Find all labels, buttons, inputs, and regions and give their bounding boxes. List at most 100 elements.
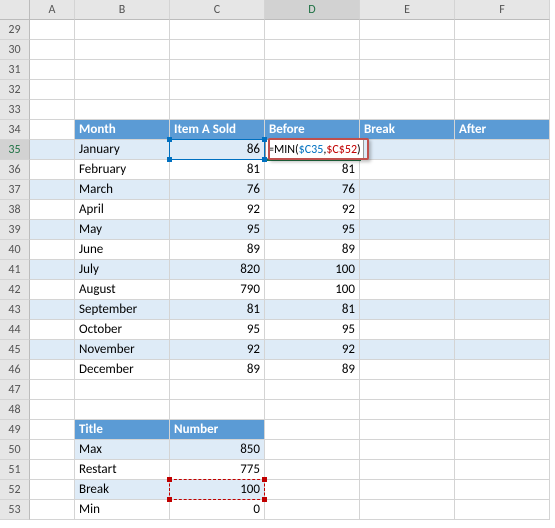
cell-C48[interactable] (170, 400, 265, 420)
cell-E36[interactable] (360, 160, 455, 180)
cell-E37[interactable] (360, 180, 455, 200)
cell-B45[interactable]: November (75, 340, 170, 360)
cell-D41[interactable]: 100 (265, 260, 360, 280)
cell-A49[interactable] (30, 420, 75, 440)
row-head-50[interactable]: 50 (0, 440, 30, 460)
row-head-42[interactable]: 42 (0, 280, 30, 300)
cell-D52[interactable] (265, 480, 360, 500)
row-head-36[interactable]: 36 (0, 160, 30, 180)
cell-E33[interactable] (360, 100, 455, 120)
row-head-29[interactable]: 29 (0, 20, 30, 40)
row-head-45[interactable]: 45 (0, 340, 30, 360)
cell-E46[interactable] (360, 360, 455, 380)
cell-A34[interactable] (30, 120, 75, 140)
cell-C43[interactable]: 81 (170, 300, 265, 320)
cell-F43[interactable] (455, 300, 550, 320)
cell-B33[interactable] (75, 100, 170, 120)
cell-D32[interactable] (265, 80, 360, 100)
row-head-40[interactable]: 40 (0, 240, 30, 260)
cell-D40[interactable]: 89 (265, 240, 360, 260)
row-head-30[interactable]: 30 (0, 40, 30, 60)
row-head-47[interactable]: 47 (0, 380, 30, 400)
cell-E43[interactable] (360, 300, 455, 320)
cell-F38[interactable] (455, 200, 550, 220)
cell-F29[interactable] (455, 20, 550, 40)
row-head-38[interactable]: 38 (0, 200, 30, 220)
cell-A51[interactable] (30, 460, 75, 480)
row-head-35[interactable]: 35 (0, 140, 30, 160)
cell-F37[interactable] (455, 180, 550, 200)
cell-A35[interactable] (30, 140, 75, 160)
col-head-A[interactable]: A (30, 0, 75, 20)
cell-F32[interactable] (455, 80, 550, 100)
cell-A46[interactable] (30, 360, 75, 380)
cell-F30[interactable] (455, 40, 550, 60)
cell-B42[interactable]: August (75, 280, 170, 300)
col-head-E[interactable]: E (360, 0, 455, 20)
cell-E35[interactable] (360, 140, 455, 160)
cell-E44[interactable] (360, 320, 455, 340)
cell-D42[interactable]: 100 (265, 280, 360, 300)
cell-C53[interactable]: 0 (170, 500, 265, 520)
col-head-F[interactable]: F (455, 0, 550, 20)
cell-F46[interactable] (455, 360, 550, 380)
cell-B39[interactable]: May (75, 220, 170, 240)
cell-E31[interactable] (360, 60, 455, 80)
cell-E29[interactable] (360, 20, 455, 40)
cell-E47[interactable] (360, 380, 455, 400)
cell-D50[interactable] (265, 440, 360, 460)
cell-E38[interactable] (360, 200, 455, 220)
cell-F40[interactable] (455, 240, 550, 260)
cell-B32[interactable] (75, 80, 170, 100)
cell-A37[interactable] (30, 180, 75, 200)
cell-D47[interactable] (265, 380, 360, 400)
cell-C47[interactable] (170, 380, 265, 400)
formula-editor[interactable]: =MIN($C35,$C$52) (265, 139, 364, 159)
cell-A36[interactable] (30, 160, 75, 180)
cell-F48[interactable] (455, 400, 550, 420)
cell-C30[interactable] (170, 40, 265, 60)
cell-A44[interactable] (30, 320, 75, 340)
cell-A29[interactable] (30, 20, 75, 40)
cell-C40[interactable]: 89 (170, 240, 265, 260)
cell-D44[interactable]: 95 (265, 320, 360, 340)
row-head-33[interactable]: 33 (0, 100, 30, 120)
cell-A53[interactable] (30, 500, 75, 520)
row-head-49[interactable]: 49 (0, 420, 30, 440)
row-head-39[interactable]: 39 (0, 220, 30, 240)
cell-A38[interactable] (30, 200, 75, 220)
cell-E45[interactable] (360, 340, 455, 360)
cell-A32[interactable] (30, 80, 75, 100)
cell-B48[interactable] (75, 400, 170, 420)
cell-D53[interactable] (265, 500, 360, 520)
row-head-53[interactable]: 53 (0, 500, 30, 520)
cell-F51[interactable] (455, 460, 550, 480)
cell-C51[interactable]: 775 (170, 460, 265, 480)
cell-A41[interactable] (30, 260, 75, 280)
cell-A52[interactable] (30, 480, 75, 500)
cell-E40[interactable] (360, 240, 455, 260)
cell-F33[interactable] (455, 100, 550, 120)
cell-C35[interactable]: 86 (170, 140, 265, 160)
col-head-C[interactable]: C (170, 0, 265, 20)
cell-D39[interactable]: 95 (265, 220, 360, 240)
cell-A42[interactable] (30, 280, 75, 300)
cell-A40[interactable] (30, 240, 75, 260)
cell-D48[interactable] (265, 400, 360, 420)
cell-D33[interactable] (265, 100, 360, 120)
cell-E51[interactable] (360, 460, 455, 480)
cell-A47[interactable] (30, 380, 75, 400)
cell-A43[interactable] (30, 300, 75, 320)
cell-C34[interactable]: Item A Sold (170, 120, 265, 140)
cell-E42[interactable] (360, 280, 455, 300)
cell-D37[interactable]: 76 (265, 180, 360, 200)
row-head-44[interactable]: 44 (0, 320, 30, 340)
cell-F39[interactable] (455, 220, 550, 240)
cell-D49[interactable] (265, 420, 360, 440)
cell-F49[interactable] (455, 420, 550, 440)
cell-B52[interactable]: Break (75, 480, 170, 500)
cell-D29[interactable] (265, 20, 360, 40)
cell-B36[interactable]: February (75, 160, 170, 180)
cell-A30[interactable] (30, 40, 75, 60)
row-head-31[interactable]: 31 (0, 60, 30, 80)
